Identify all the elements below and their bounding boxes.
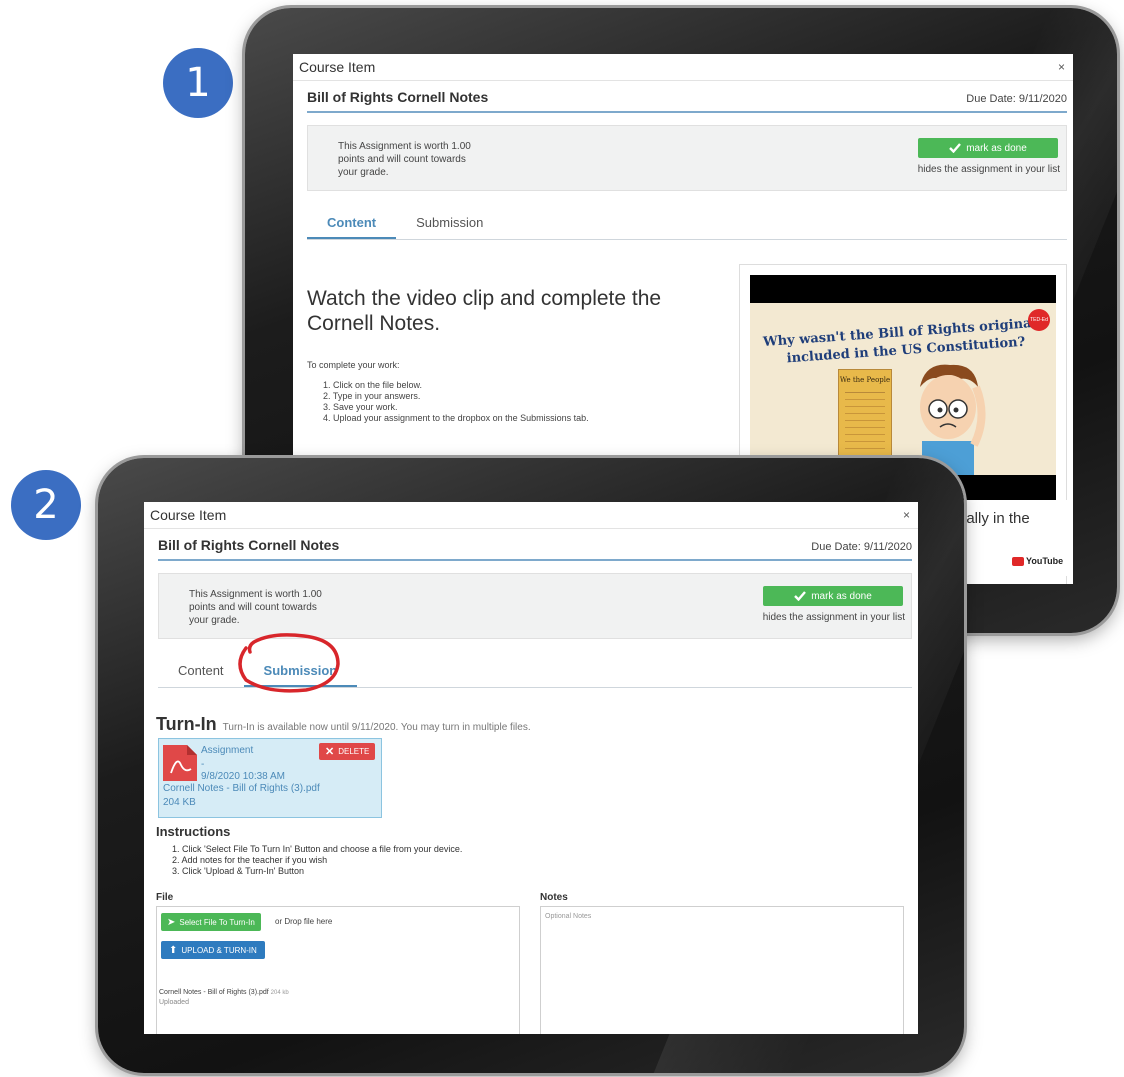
- content-heading: Watch the video clip and complete the Co…: [307, 287, 662, 335]
- drop-hint: or Drop file here: [275, 917, 333, 926]
- window-title: Course Item: [150, 507, 227, 523]
- notes-label: Notes: [540, 892, 568, 903]
- cursor-icon: ➤: [167, 916, 176, 928]
- points-info: This Assignment is worth 1.00 points and…: [338, 141, 471, 178]
- content-step: 3. Save your work.: [323, 402, 398, 412]
- instructions-heading: Instructions: [156, 824, 231, 839]
- close-icon[interactable]: ×: [1058, 60, 1065, 74]
- notes-textarea[interactable]: Optional Notes: [540, 906, 904, 1034]
- highlight-circle: [238, 633, 340, 693]
- content-step: 1. Click on the file below.: [323, 380, 423, 390]
- assignment-title: Bill of Rights Cornell Notes: [158, 537, 340, 553]
- uploaded-file: Cornell Notes - Bill of Rights (3).pdf 2…: [159, 989, 289, 996]
- youtube-logo[interactable]: YouTube: [1012, 556, 1063, 566]
- turnin-header: Turn-In Turn-In is available now until 9…: [156, 714, 531, 735]
- step-badge-1: 1: [163, 48, 233, 118]
- content-step: 2. Type in your answers.: [323, 391, 421, 401]
- delete-button[interactable]: ✕ DELETE: [319, 743, 376, 760]
- checkmark-icon: [794, 591, 807, 601]
- assignment-header: Bill of Rights Cornell Notes Due Date: 9…: [158, 537, 912, 561]
- instruction-step: 2. Add notes for the teacher if you wish: [172, 855, 328, 865]
- file-dropzone[interactable]: ➤ Select File To Turn-In or Drop file he…: [156, 906, 520, 1034]
- video-frame: Why wasn't the Bill of Rights originally…: [750, 303, 1056, 477]
- upload-icon: ⬆: [169, 944, 178, 956]
- tab-bar: Content Submission: [307, 209, 1067, 240]
- window-title: Course Item: [299, 59, 376, 75]
- notes-placeholder: Optional Notes: [545, 913, 592, 920]
- content-intro: To complete your work:: [307, 360, 400, 370]
- uploaded-file-name: Cornell Notes - Bill of Rights (3).pdf: [159, 989, 269, 996]
- tablet-front: Course Item × Bill of Rights Cornell Not…: [98, 458, 964, 1073]
- file-name[interactable]: Assignment: [201, 745, 253, 756]
- turnin-availability: Turn-In is available now until 9/11/2020…: [222, 722, 531, 733]
- window-title-bar: Course Item ×: [144, 502, 918, 529]
- step-badge-2: 2: [11, 470, 81, 540]
- file-date: 9/8/2020 10:38 AM: [201, 771, 285, 782]
- uploaded-file-size: 204 kb: [270, 990, 289, 996]
- file-filename[interactable]: Cornell Notes - Bill of Rights (3).pdf: [163, 783, 320, 794]
- content-steps: 1. Click on the file below. 2. Type in y…: [323, 380, 589, 424]
- mark-done-hint: hides the assignment in your list: [762, 612, 905, 623]
- close-icon: ✕: [325, 746, 335, 758]
- mark-done-hint: hides the assignment in your list: [917, 164, 1060, 175]
- video-caption: nally in the: [958, 510, 1030, 527]
- assignment-title: Bill of Rights Cornell Notes: [307, 89, 489, 105]
- file-dash: -: [201, 759, 205, 770]
- ted-ed-badge: TED-Ed: [1028, 309, 1050, 331]
- turnin-title: Turn-In: [156, 714, 217, 734]
- window-title-bar: Course Item ×: [293, 54, 1073, 81]
- close-icon[interactable]: ×: [903, 508, 910, 522]
- due-date: Due Date: 9/11/2020: [966, 93, 1067, 105]
- file-label: File: [156, 892, 174, 903]
- checkmark-icon: [949, 143, 962, 153]
- instruction-step: 3. Click 'Upload & Turn-In' Button: [172, 866, 304, 876]
- pdf-icon: [163, 745, 197, 781]
- instruction-step: 1. Click 'Select File To Turn In' Button…: [172, 844, 463, 854]
- due-date: Due Date: 9/11/2020: [811, 541, 912, 553]
- content-step: 4. Upload your assignment to the dropbox…: [323, 413, 589, 423]
- video-letterbox-top: [750, 275, 1056, 303]
- mark-as-done-button[interactable]: mark as done: [763, 586, 903, 606]
- submitted-file-card: Assignment - 9/8/2020 10:38 AM Cornell N…: [158, 738, 382, 818]
- select-file-button[interactable]: ➤ Select File To Turn-In: [161, 913, 261, 931]
- youtube-play-icon: [1012, 556, 1024, 566]
- mark-as-done-button[interactable]: mark as done: [918, 138, 1058, 158]
- instructions-steps: 1. Click 'Select File To Turn In' Button…: [172, 844, 462, 877]
- assignment-header: Bill of Rights Cornell Notes Due Date: 9…: [307, 89, 1067, 113]
- course-item-window-submission: Course Item × Bill of Rights Cornell Not…: [144, 502, 918, 1034]
- points-info: This Assignment is worth 1.00 points and…: [189, 589, 322, 626]
- uploaded-status: Uploaded: [159, 999, 189, 1006]
- assignment-info-panel: This Assignment is worth 1.00 points and…: [307, 125, 1067, 191]
- tab-submission[interactable]: Submission: [396, 209, 503, 239]
- tab-content[interactable]: Content: [307, 209, 397, 239]
- file-size: 204 KB: [163, 797, 196, 808]
- upload-turnin-button[interactable]: ⬆ UPLOAD & TURN-IN: [161, 941, 265, 959]
